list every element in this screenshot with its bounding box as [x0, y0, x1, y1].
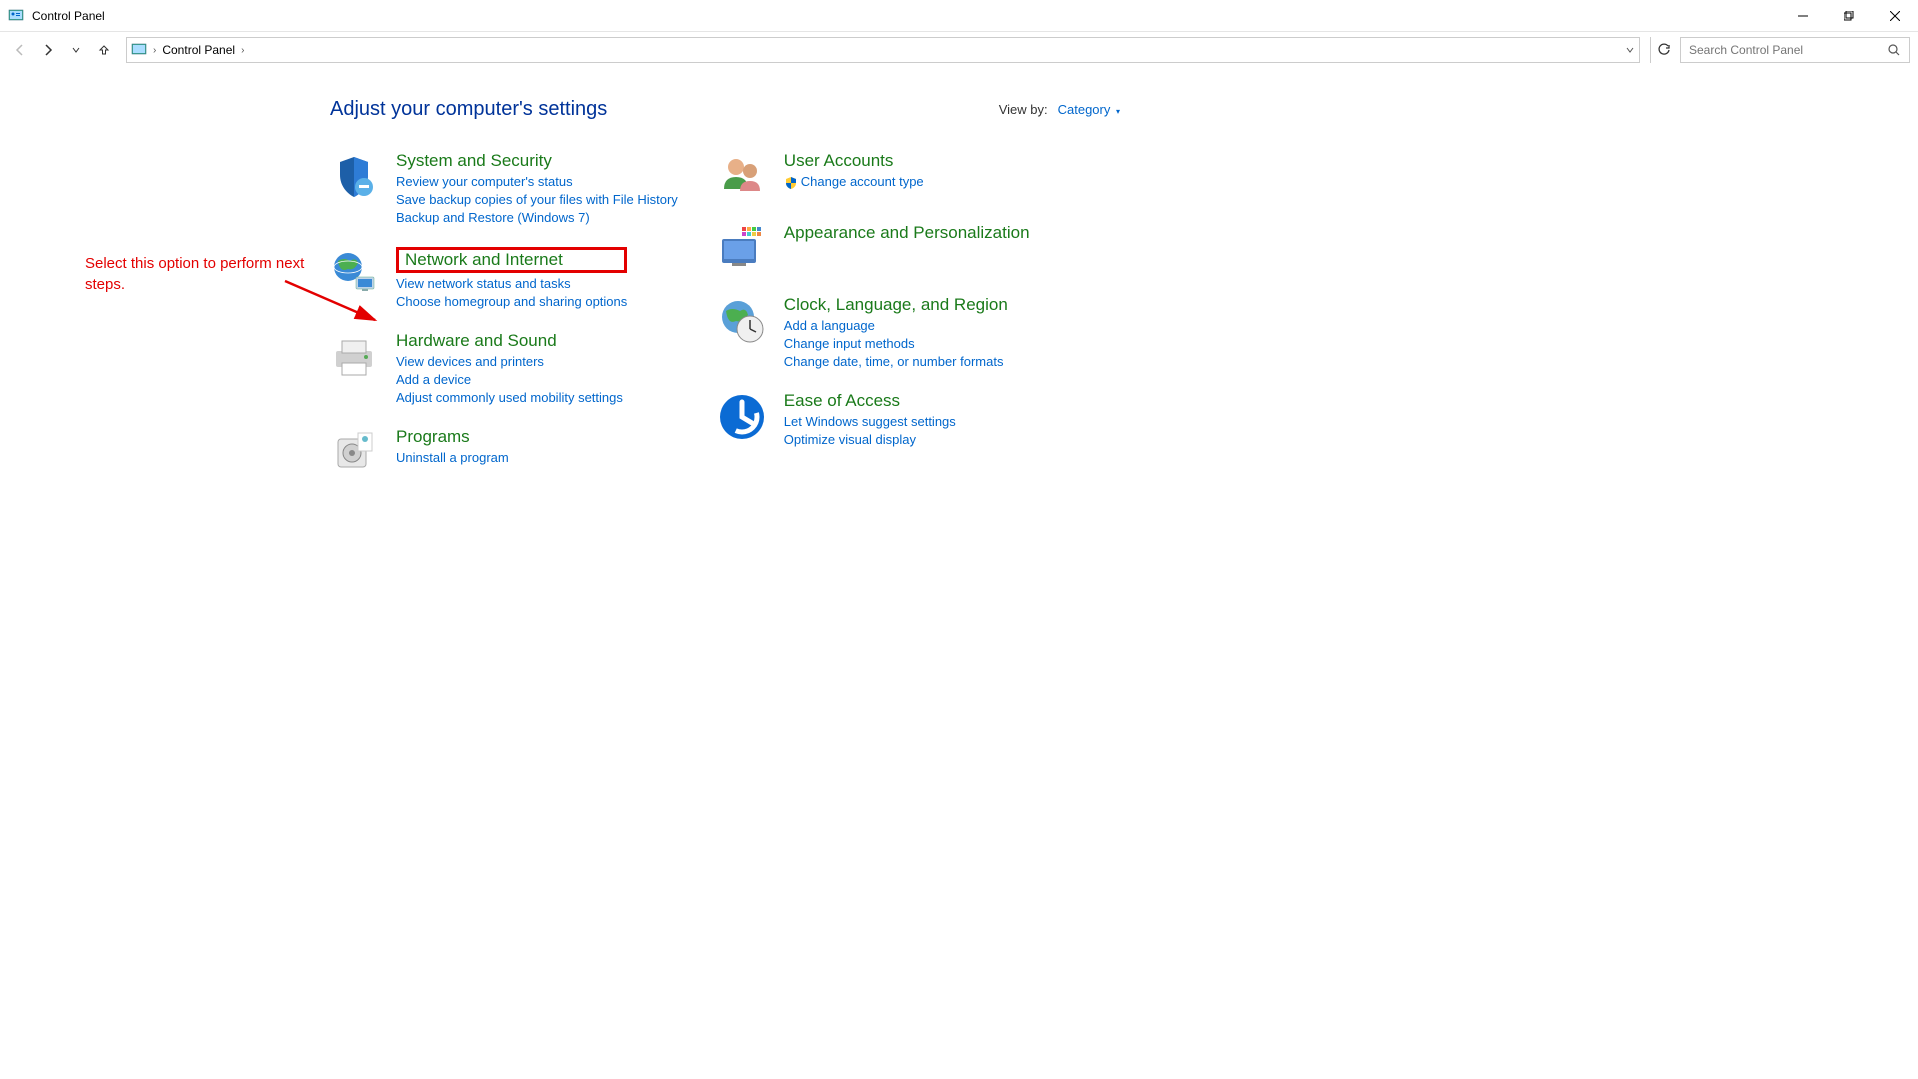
shield-icon: [330, 153, 378, 201]
category-programs: Programs Uninstall a program: [330, 427, 678, 477]
chevron-down-icon[interactable]: [1625, 45, 1635, 55]
category-user-accounts: User Accounts Change account type: [718, 151, 1030, 201]
category-hardware-sound: Hardware and Sound View devices and prin…: [330, 331, 678, 405]
breadcrumb-item[interactable]: Control Panel: [162, 43, 235, 57]
search-input[interactable]: [1689, 43, 1887, 57]
chevron-down-icon: ▾: [1116, 107, 1120, 116]
search-icon[interactable]: [1887, 43, 1901, 57]
category-title[interactable]: Hardware and Sound: [396, 331, 623, 351]
uac-shield-icon: [784, 176, 798, 190]
category-link[interactable]: Change input methods: [784, 336, 1008, 351]
category-title[interactable]: Clock, Language, and Region: [784, 295, 1008, 315]
window-title: Control Panel: [32, 9, 105, 23]
programs-icon: [330, 429, 378, 477]
category-link[interactable]: Add a device: [396, 372, 623, 387]
category-link[interactable]: View devices and printers: [396, 354, 623, 369]
breadcrumb-bar[interactable]: › Control Panel ›: [126, 37, 1640, 63]
category-link[interactable]: Optimize visual display: [784, 432, 956, 447]
category-title[interactable]: Ease of Access: [784, 391, 956, 411]
category-title[interactable]: Programs: [396, 427, 509, 447]
window-controls: [1780, 0, 1918, 31]
page-title: Adjust your computer's settings: [330, 98, 607, 121]
maximize-button[interactable]: [1826, 0, 1872, 32]
category-title[interactable]: System and Security: [396, 151, 678, 171]
category-system-security: System and Security Review your computer…: [330, 151, 678, 225]
category-title[interactable]: Appearance and Personalization: [784, 223, 1030, 243]
category-link[interactable]: Add a language: [784, 318, 1008, 333]
accessibility-icon: [718, 393, 766, 441]
control-panel-icon: [8, 8, 24, 24]
highlighted-box: Network and Internet: [396, 247, 627, 273]
category-link[interactable]: Backup and Restore (Windows 7): [396, 210, 678, 225]
chevron-right-icon: ›: [153, 45, 156, 56]
category-link[interactable]: Change date, time, or number formats: [784, 354, 1008, 369]
forward-button[interactable]: [36, 38, 60, 62]
control-panel-icon: [131, 42, 147, 58]
annotation-arrow: [280, 276, 390, 336]
navbar: › Control Panel ›: [0, 32, 1918, 68]
recent-dropdown[interactable]: [64, 38, 88, 62]
view-by-label: View by:: [999, 102, 1048, 117]
category-link[interactable]: Choose homegroup and sharing options: [396, 294, 627, 309]
minimize-button[interactable]: [1780, 0, 1826, 32]
right-column: User Accounts Change account type: [718, 151, 1030, 477]
category-link[interactable]: Review your computer's status: [396, 174, 678, 189]
header-row: Adjust your computer's settings View by:…: [330, 98, 1120, 121]
chevron-right-icon: ›: [241, 45, 244, 56]
category-link[interactable]: Uninstall a program: [396, 450, 509, 465]
titlebar-left: Control Panel: [8, 8, 105, 24]
category-link[interactable]: Save backup copies of your files with Fi…: [396, 192, 678, 207]
refresh-button[interactable]: [1650, 37, 1676, 63]
search-bar[interactable]: [1680, 37, 1910, 63]
category-link[interactable]: Let Windows suggest settings: [784, 414, 956, 429]
users-icon: [718, 153, 766, 201]
personalization-icon: [718, 225, 766, 273]
category-link[interactable]: Change account type: [784, 174, 924, 190]
category-appearance: Appearance and Personalization: [718, 223, 1030, 273]
categories: System and Security Review your computer…: [330, 151, 1918, 477]
view-by: View by: Category ▾: [999, 102, 1120, 117]
category-title[interactable]: Network and Internet: [405, 250, 563, 269]
back-button[interactable]: [8, 38, 32, 62]
category-link[interactable]: Adjust commonly used mobility settings: [396, 390, 623, 405]
up-button[interactable]: [92, 38, 116, 62]
view-by-dropdown[interactable]: Category ▾: [1058, 102, 1120, 117]
category-ease-of-access: Ease of Access Let Windows suggest setti…: [718, 391, 1030, 447]
content: Select this option to perform next steps…: [0, 68, 1918, 477]
annotation-text: Select this option to perform next steps…: [85, 253, 305, 295]
close-button[interactable]: [1872, 0, 1918, 32]
printer-icon: [330, 333, 378, 381]
category-link[interactable]: View network status and tasks: [396, 276, 627, 291]
clock-globe-icon: [718, 297, 766, 345]
titlebar: Control Panel: [0, 0, 1918, 32]
category-title[interactable]: User Accounts: [784, 151, 924, 171]
category-clock-language: Clock, Language, and Region Add a langua…: [718, 295, 1030, 369]
